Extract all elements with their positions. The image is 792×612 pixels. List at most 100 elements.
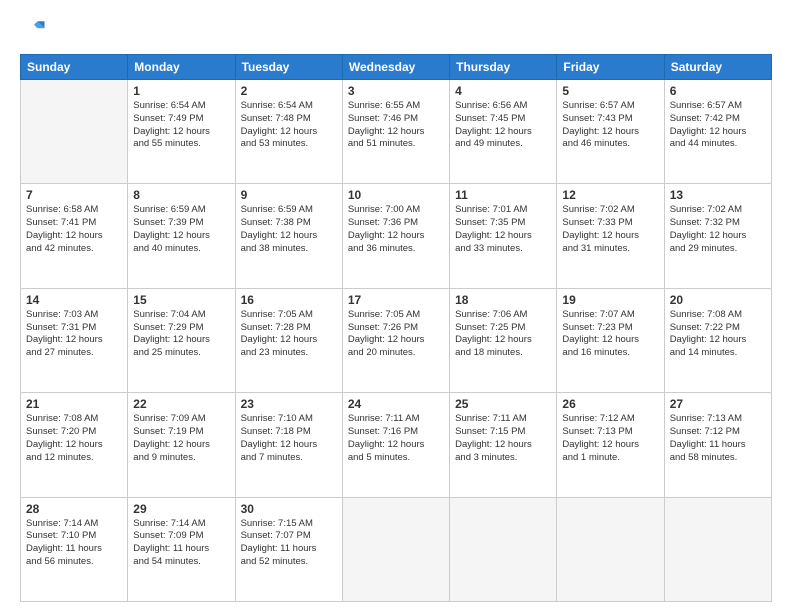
- calendar-cell: 6 Sunrise: 6:57 AM Sunset: 7:42 PM Daylig…: [664, 80, 771, 184]
- calendar-cell: 20 Sunrise: 7:08 AM Sunset: 7:22 PM Dayli…: [664, 288, 771, 392]
- calendar-cell: 29 Sunrise: 7:14 AM Sunset: 7:09 PM Dayli…: [128, 497, 235, 601]
- day-number: 1: [133, 84, 229, 98]
- day-number: 29: [133, 502, 229, 516]
- day-number: 14: [26, 293, 122, 307]
- calendar-cell: 26 Sunrise: 7:12 AM Sunset: 7:13 PM Dayli…: [557, 393, 664, 497]
- day-number: 6: [670, 84, 766, 98]
- day-info: Sunrise: 7:06 AM Sunset: 7:25 PM Dayligh…: [455, 309, 551, 360]
- calendar-cell: 16 Sunrise: 7:05 AM Sunset: 7:28 PM Dayli…: [235, 288, 342, 392]
- weekday-header-friday: Friday: [557, 55, 664, 80]
- day-info: Sunrise: 7:12 AM Sunset: 7:13 PM Dayligh…: [562, 413, 658, 464]
- day-info: Sunrise: 6:56 AM Sunset: 7:45 PM Dayligh…: [455, 100, 551, 151]
- weekday-header-sunday: Sunday: [21, 55, 128, 80]
- calendar-cell: 2Sunrise: 6:54 AM Sunset: 7:48 PM Daylig…: [235, 80, 342, 184]
- calendar-week-2: 7 Sunrise: 6:58 AM Sunset: 7:41 PM Daylig…: [21, 184, 772, 288]
- day-info: Sunrise: 7:09 AM Sunset: 7:19 PM Dayligh…: [133, 413, 229, 464]
- calendar-cell: 19 Sunrise: 7:07 AM Sunset: 7:23 PM Dayli…: [557, 288, 664, 392]
- calendar-week-4: 21 Sunrise: 7:08 AM Sunset: 7:20 PM Dayli…: [21, 393, 772, 497]
- calendar-week-5: 28Sunrise: 7:14 AM Sunset: 7:10 PM Dayli…: [21, 497, 772, 601]
- day-number: 23: [241, 397, 337, 411]
- calendar-cell: 28Sunrise: 7:14 AM Sunset: 7:10 PM Dayli…: [21, 497, 128, 601]
- calendar-cell: [21, 80, 128, 184]
- day-info: Sunrise: 6:58 AM Sunset: 7:41 PM Dayligh…: [26, 204, 122, 255]
- day-number: 9: [241, 188, 337, 202]
- day-number: 20: [670, 293, 766, 307]
- day-info: Sunrise: 7:07 AM Sunset: 7:23 PM Dayligh…: [562, 309, 658, 360]
- day-number: 30: [241, 502, 337, 516]
- day-number: 17: [348, 293, 444, 307]
- day-number: 16: [241, 293, 337, 307]
- day-info: Sunrise: 7:03 AM Sunset: 7:31 PM Dayligh…: [26, 309, 122, 360]
- calendar-cell: 13 Sunrise: 7:02 AM Sunset: 7:32 PM Dayli…: [664, 184, 771, 288]
- day-info: Sunrise: 7:10 AM Sunset: 7:18 PM Dayligh…: [241, 413, 337, 464]
- calendar-cell: 23 Sunrise: 7:10 AM Sunset: 7:18 PM Dayli…: [235, 393, 342, 497]
- day-info: Sunrise: 6:59 AM Sunset: 7:38 PM Dayligh…: [241, 204, 337, 255]
- day-number: 22: [133, 397, 229, 411]
- calendar-cell: [450, 497, 557, 601]
- calendar-week-3: 14 Sunrise: 7:03 AM Sunset: 7:31 PM Dayli…: [21, 288, 772, 392]
- logo-icon: [20, 16, 48, 44]
- calendar-cell: [342, 497, 449, 601]
- day-number: 5: [562, 84, 658, 98]
- weekday-header-saturday: Saturday: [664, 55, 771, 80]
- day-number: 13: [670, 188, 766, 202]
- calendar-cell: 18 Sunrise: 7:06 AM Sunset: 7:25 PM Dayli…: [450, 288, 557, 392]
- calendar-cell: 14 Sunrise: 7:03 AM Sunset: 7:31 PM Dayli…: [21, 288, 128, 392]
- day-info: Sunrise: 7:08 AM Sunset: 7:20 PM Dayligh…: [26, 413, 122, 464]
- day-number: 10: [348, 188, 444, 202]
- day-number: 24: [348, 397, 444, 411]
- day-info: Sunrise: 6:54 AM Sunset: 7:49 PM Dayligh…: [133, 100, 229, 151]
- page-header: [20, 16, 772, 44]
- day-number: 7: [26, 188, 122, 202]
- day-number: 2: [241, 84, 337, 98]
- calendar-cell: 12 Sunrise: 7:02 AM Sunset: 7:33 PM Dayli…: [557, 184, 664, 288]
- logo: [20, 16, 52, 44]
- day-number: 28: [26, 502, 122, 516]
- weekday-header-thursday: Thursday: [450, 55, 557, 80]
- calendar-week-1: 1 Sunrise: 6:54 AM Sunset: 7:49 PM Daylig…: [21, 80, 772, 184]
- day-info: Sunrise: 7:02 AM Sunset: 7:32 PM Dayligh…: [670, 204, 766, 255]
- calendar-cell: 22 Sunrise: 7:09 AM Sunset: 7:19 PM Dayli…: [128, 393, 235, 497]
- calendar-cell: 24Sunrise: 7:11 AM Sunset: 7:16 PM Dayli…: [342, 393, 449, 497]
- day-number: 11: [455, 188, 551, 202]
- calendar-cell: 5 Sunrise: 6:57 AM Sunset: 7:43 PM Daylig…: [557, 80, 664, 184]
- day-number: 19: [562, 293, 658, 307]
- calendar-cell: [664, 497, 771, 601]
- day-number: 26: [562, 397, 658, 411]
- day-info: Sunrise: 6:57 AM Sunset: 7:43 PM Dayligh…: [562, 100, 658, 151]
- calendar-table: SundayMondayTuesdayWednesdayThursdayFrid…: [20, 54, 772, 602]
- day-info: Sunrise: 7:01 AM Sunset: 7:35 PM Dayligh…: [455, 204, 551, 255]
- calendar-cell: 4 Sunrise: 6:56 AM Sunset: 7:45 PM Daylig…: [450, 80, 557, 184]
- calendar-cell: 1 Sunrise: 6:54 AM Sunset: 7:49 PM Daylig…: [128, 80, 235, 184]
- day-number: 27: [670, 397, 766, 411]
- day-info: Sunrise: 6:57 AM Sunset: 7:42 PM Dayligh…: [670, 100, 766, 151]
- day-number: 18: [455, 293, 551, 307]
- day-info: Sunrise: 7:08 AM Sunset: 7:22 PM Dayligh…: [670, 309, 766, 360]
- day-number: 25: [455, 397, 551, 411]
- day-info: Sunrise: 7:02 AM Sunset: 7:33 PM Dayligh…: [562, 204, 658, 255]
- day-number: 3: [348, 84, 444, 98]
- calendar-cell: 9 Sunrise: 6:59 AM Sunset: 7:38 PM Daylig…: [235, 184, 342, 288]
- calendar-cell: 15 Sunrise: 7:04 AM Sunset: 7:29 PM Dayli…: [128, 288, 235, 392]
- calendar-cell: 3Sunrise: 6:55 AM Sunset: 7:46 PM Daylig…: [342, 80, 449, 184]
- day-info: Sunrise: 7:04 AM Sunset: 7:29 PM Dayligh…: [133, 309, 229, 360]
- day-number: 12: [562, 188, 658, 202]
- day-info: Sunrise: 7:11 AM Sunset: 7:15 PM Dayligh…: [455, 413, 551, 464]
- calendar-cell: 10 Sunrise: 7:00 AM Sunset: 7:36 PM Dayli…: [342, 184, 449, 288]
- calendar-header-row: SundayMondayTuesdayWednesdayThursdayFrid…: [21, 55, 772, 80]
- calendar-cell: 21 Sunrise: 7:08 AM Sunset: 7:20 PM Dayli…: [21, 393, 128, 497]
- day-info: Sunrise: 7:00 AM Sunset: 7:36 PM Dayligh…: [348, 204, 444, 255]
- day-info: Sunrise: 6:59 AM Sunset: 7:39 PM Dayligh…: [133, 204, 229, 255]
- calendar-cell: 17 Sunrise: 7:05 AM Sunset: 7:26 PM Dayli…: [342, 288, 449, 392]
- day-number: 4: [455, 84, 551, 98]
- calendar-cell: 7 Sunrise: 6:58 AM Sunset: 7:41 PM Daylig…: [21, 184, 128, 288]
- day-info: Sunrise: 7:14 AM Sunset: 7:09 PM Dayligh…: [133, 518, 229, 569]
- day-number: 15: [133, 293, 229, 307]
- weekday-header-wednesday: Wednesday: [342, 55, 449, 80]
- calendar-cell: 11 Sunrise: 7:01 AM Sunset: 7:35 PM Dayli…: [450, 184, 557, 288]
- calendar-cell: 25 Sunrise: 7:11 AM Sunset: 7:15 PM Dayli…: [450, 393, 557, 497]
- weekday-header-monday: Monday: [128, 55, 235, 80]
- day-number: 21: [26, 397, 122, 411]
- day-info: Sunrise: 7:05 AM Sunset: 7:26 PM Dayligh…: [348, 309, 444, 360]
- day-info: Sunrise: 7:05 AM Sunset: 7:28 PM Dayligh…: [241, 309, 337, 360]
